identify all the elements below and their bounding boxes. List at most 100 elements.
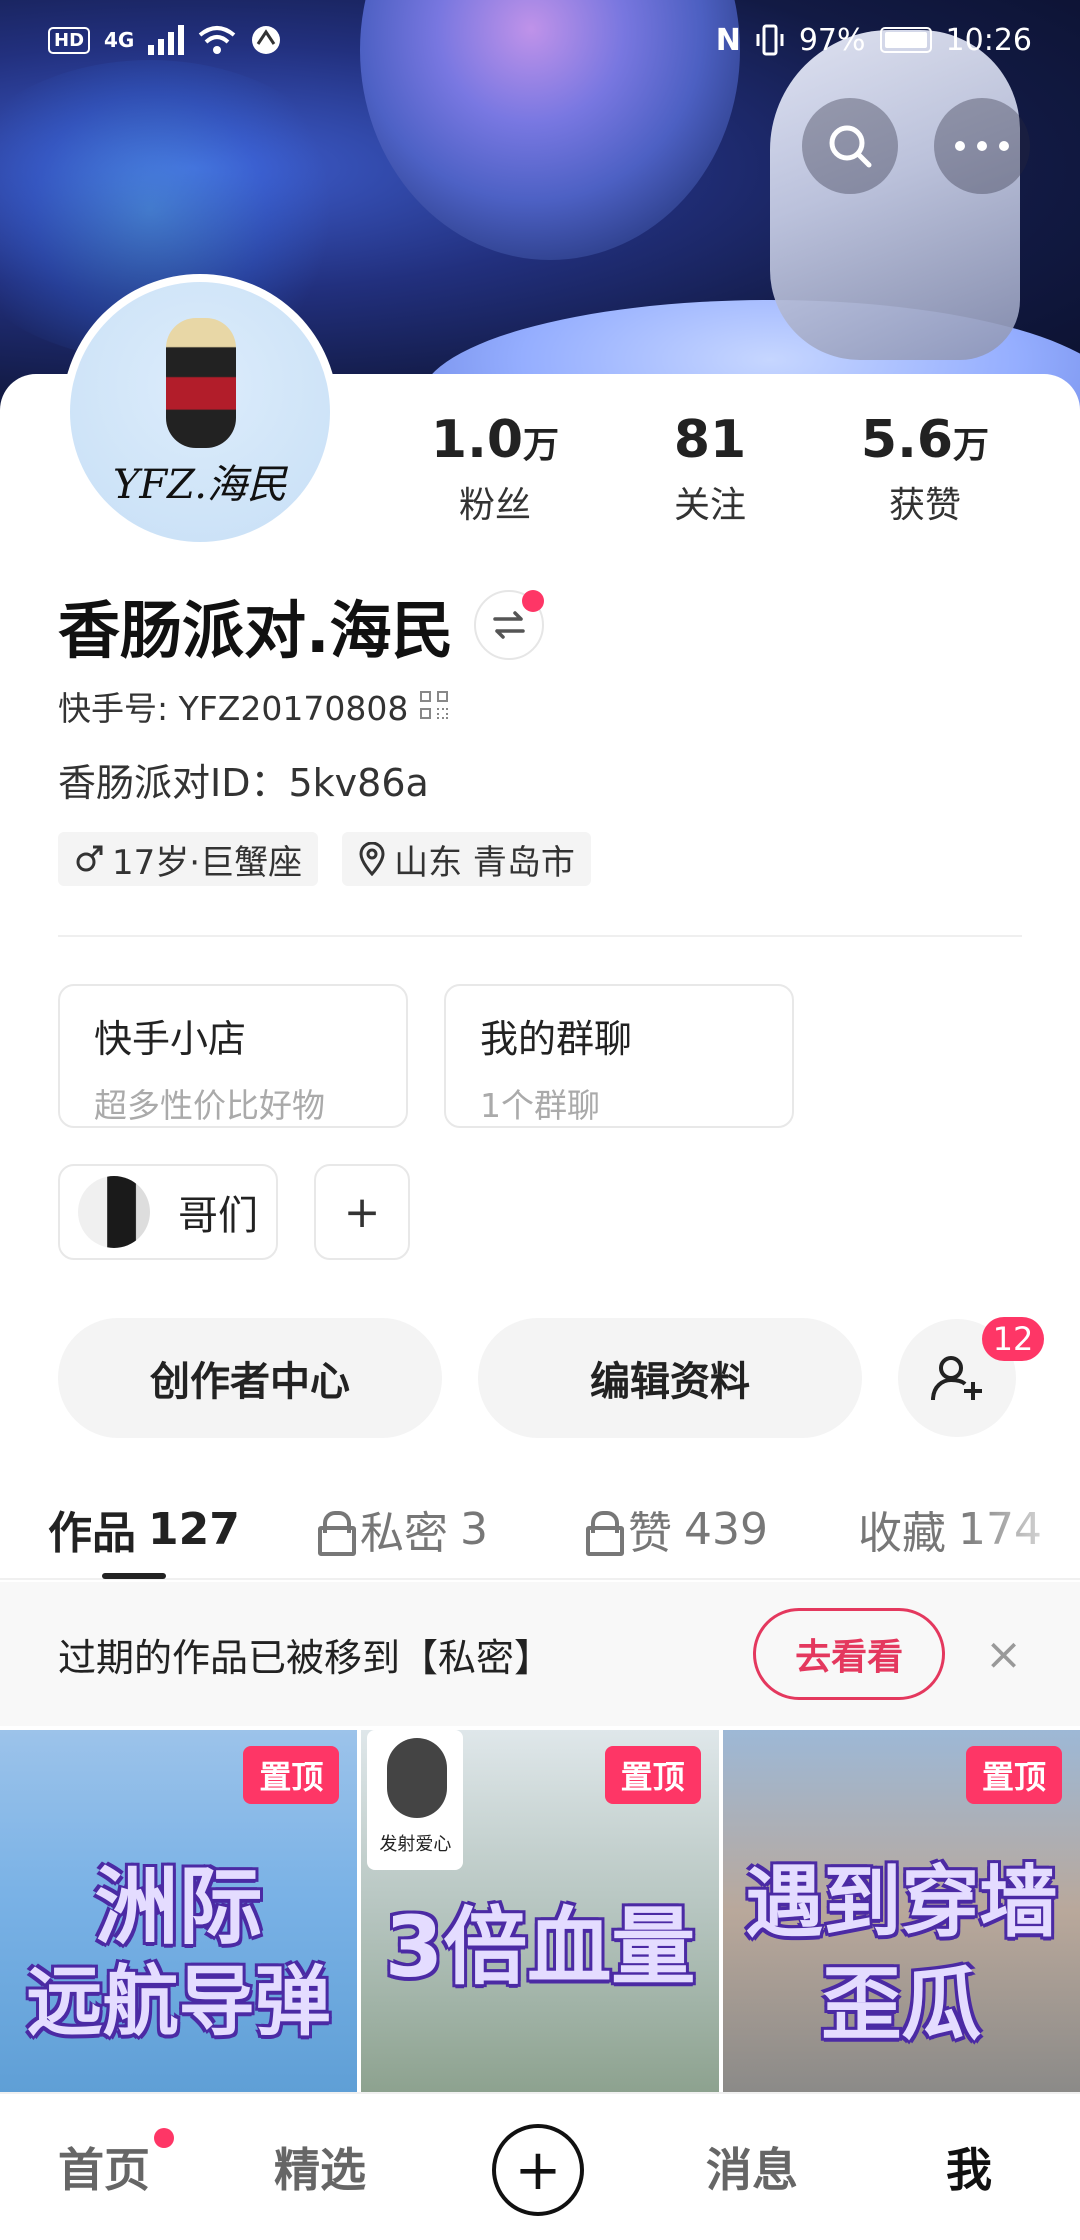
- nav-me[interactable]: 我: [946, 2134, 992, 2200]
- nfc-icon: N: [715, 22, 741, 58]
- battery-percent: 97%: [798, 22, 866, 58]
- create-button[interactable]: +: [492, 2124, 584, 2216]
- pinned-badge: 置顶: [965, 1746, 1062, 1804]
- tab-private[interactable]: 私密 3: [318, 1497, 488, 1561]
- tag-age[interactable]: 17岁·巨蟹座: [58, 832, 319, 886]
- meme-face: [387, 1738, 448, 1818]
- nav-label: 精选: [274, 2143, 366, 2197]
- profile-actions: 创作者中心 编辑资料 12: [58, 1317, 1044, 1438]
- tab-label: 赞: [628, 1508, 672, 1559]
- nav-label: 消息: [706, 2143, 798, 2197]
- stat-label: 关注: [673, 485, 746, 526]
- stat-followers[interactable]: 1.0万 粉丝: [400, 410, 590, 528]
- video-title: 远航导弹: [26, 1957, 331, 2046]
- location-pin-icon: [359, 842, 385, 876]
- tag-label: 17岁·巨蟹座: [112, 842, 303, 883]
- wifi-icon: [199, 26, 236, 54]
- tab-count: 127: [148, 1503, 240, 1555]
- more-icon: [955, 141, 1009, 151]
- video-title: 遇到穿墙: [745, 1858, 1058, 1948]
- tab-count: 3: [460, 1503, 488, 1555]
- switch-account-button[interactable]: [473, 590, 544, 660]
- video-title: 3倍血量: [384, 1898, 696, 1996]
- search-icon: [829, 125, 872, 168]
- name-row: 香肠派对.海民: [58, 580, 544, 670]
- nav-label: 首页: [58, 2143, 150, 2197]
- tab-count: 439: [684, 1503, 768, 1555]
- tag-label: 山东 青岛市: [394, 842, 575, 883]
- video-grid: 置顶 洲际 远航导弹 发射爱心 置顶 3倍血量 置顶 遇到穿墙 歪瓜: [0, 1730, 1080, 2092]
- stat-value: 81: [673, 410, 747, 470]
- meme-caption: 发射爱心: [379, 1834, 452, 1855]
- meme-sticker: 发射爱心: [367, 1730, 464, 1870]
- active-tab-indicator: [102, 1573, 166, 1579]
- stat-likes[interactable]: 5.6万 获赞: [830, 410, 1020, 528]
- status-bar: HD 4G N 97% 10:26: [0, 0, 1080, 80]
- box-subtitle: 1个群聊: [480, 1086, 600, 1125]
- nav-messages[interactable]: 消息: [706, 2134, 798, 2200]
- lock-icon: [318, 1511, 356, 1556]
- box-subtitle: 超多性价比好物: [94, 1086, 325, 1125]
- stat-unit: 万: [953, 425, 990, 466]
- hd-icon: HD: [48, 26, 91, 54]
- profile-stats: 1.0万 粉丝 81 关注 5.6万 获赞: [400, 410, 1020, 528]
- stat-following[interactable]: 81 关注: [615, 410, 805, 528]
- feature-boxes: 快手小店 超多性价比好物 我的群聊 1个群聊: [58, 984, 794, 1128]
- nav-featured[interactable]: 精选: [274, 2134, 366, 2200]
- kuaishou-id: 快手号: YFZ20170808: [58, 689, 409, 728]
- tag-location[interactable]: 山东 青岛市: [342, 832, 591, 886]
- creator-center-button[interactable]: 创作者中心: [58, 1318, 442, 1438]
- collection-label: 哥们: [178, 1193, 258, 1239]
- profile-name: 香肠派对.海民: [58, 594, 454, 667]
- qrcode-icon[interactable]: [420, 691, 450, 721]
- tab-label: 收藏: [858, 1508, 946, 1559]
- collection-chip[interactable]: 哥们: [58, 1164, 278, 1260]
- profile-tags: 17岁·巨蟹座 山东 青岛市: [58, 832, 591, 886]
- pinned-badge: 置顶: [604, 1746, 701, 1804]
- friend-badge: 12: [982, 1317, 1044, 1361]
- close-icon[interactable]: ×: [985, 1629, 1022, 1680]
- profile-page: HD 4G N 97% 10:26 YFZ.海民 1.0万 粉丝 81 关注 5…: [0, 0, 1080, 2240]
- video-thumbnail[interactable]: 置顶 遇到穿墙 歪瓜: [722, 1730, 1080, 2092]
- network-icon: 4G: [104, 28, 135, 52]
- divider: [58, 935, 1022, 937]
- add-friend-button[interactable]: 12: [898, 1317, 1044, 1437]
- add-collection-button[interactable]: +: [314, 1164, 410, 1260]
- avatar-text: YFZ.海民: [113, 462, 287, 508]
- video-title: 歪瓜: [821, 1958, 982, 2051]
- box-title: 快手小店: [94, 1017, 247, 1061]
- collection-chips: 哥们 +: [58, 1164, 410, 1260]
- avatar[interactable]: YFZ.海民: [62, 274, 338, 550]
- content-tabs: 作品 127 私密 3 赞 439 收藏 174: [0, 1480, 1080, 1580]
- male-icon: [76, 845, 103, 872]
- tab-liked[interactable]: 赞 439: [586, 1497, 768, 1561]
- collection-thumbnail: [78, 1176, 150, 1248]
- go-view-button[interactable]: 去看看: [753, 1608, 946, 1700]
- video-thumbnail[interactable]: 发射爱心 置顶 3倍血量: [361, 1730, 719, 2092]
- tab-works[interactable]: 作品 127: [48, 1497, 240, 1561]
- pinned-badge: 置顶: [243, 1746, 340, 1804]
- edit-profile-button[interactable]: 编辑资料: [478, 1318, 862, 1438]
- lock-icon: [586, 1511, 624, 1556]
- stat-value: 5.6: [860, 410, 954, 470]
- switch-arrows-icon: [492, 611, 525, 639]
- stat-unit: 万: [523, 425, 560, 466]
- vibrate-icon: [756, 24, 784, 56]
- data-saver-icon: [252, 26, 281, 54]
- notification-dot: [154, 2128, 174, 2148]
- box-title: 我的群聊: [480, 1017, 633, 1061]
- shop-box[interactable]: 快手小店 超多性价比好物: [58, 984, 408, 1128]
- video-thumbnail[interactable]: 置顶 洲际 远航导弹: [0, 1730, 358, 2092]
- search-button[interactable]: [802, 98, 898, 194]
- plus-icon: +: [343, 1186, 381, 1238]
- notification-dot: [521, 590, 544, 612]
- nav-home[interactable]: 首页: [58, 2128, 174, 2200]
- kuaishou-id-row[interactable]: 快手号: YFZ20170808: [58, 682, 450, 730]
- group-chat-box[interactable]: 我的群聊 1个群聊: [444, 984, 794, 1128]
- notice-text: 过期的作品已被移到【私密】: [58, 1635, 553, 1680]
- more-button[interactable]: [934, 98, 1030, 194]
- plus-icon: +: [514, 2137, 562, 2203]
- battery-icon: [879, 27, 932, 53]
- tab-label: 作品: [48, 1508, 136, 1559]
- stat-value: 1.0: [430, 410, 524, 470]
